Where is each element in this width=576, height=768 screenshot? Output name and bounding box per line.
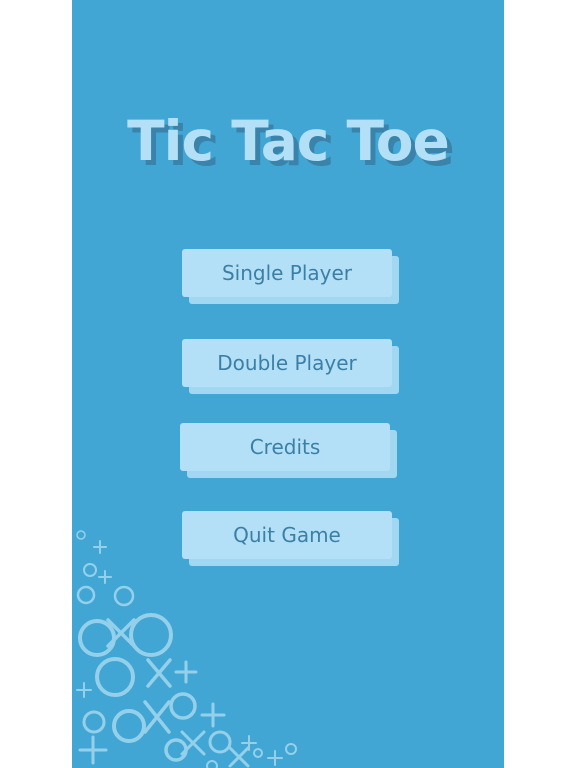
game-title: Tic Tac Toe xyxy=(127,109,450,173)
single-player-button[interactable]: Single Player xyxy=(182,249,392,297)
double-player-button[interactable]: Double Player xyxy=(182,339,392,387)
game-screen: Tic Tac Toe Single Player Double Player … xyxy=(72,0,504,768)
credits-button[interactable]: Credits xyxy=(180,423,390,471)
xo-pattern-icon xyxy=(76,530,297,768)
